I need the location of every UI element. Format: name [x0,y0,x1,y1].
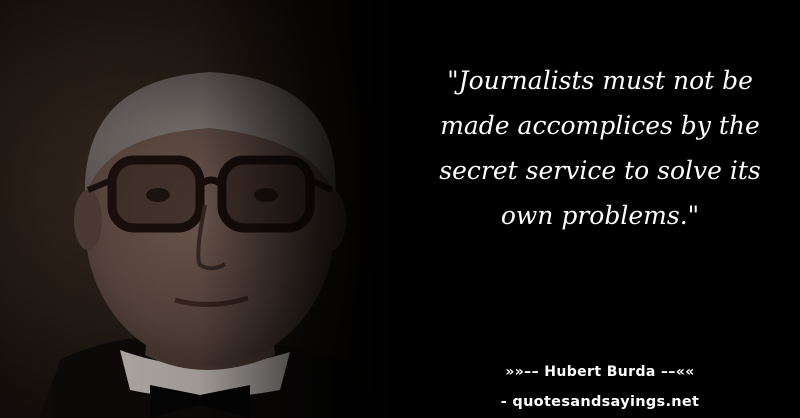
source-watermark: - quotesandsayings.net [500,394,700,410]
portrait-photo [0,0,420,418]
quote-text: "Journalists must not be made accomplice… [439,66,761,230]
author-attribution: »»–– Hubert Burda ––«« [505,364,695,380]
quote-card: "Journalists must not be made accomplice… [0,0,800,418]
